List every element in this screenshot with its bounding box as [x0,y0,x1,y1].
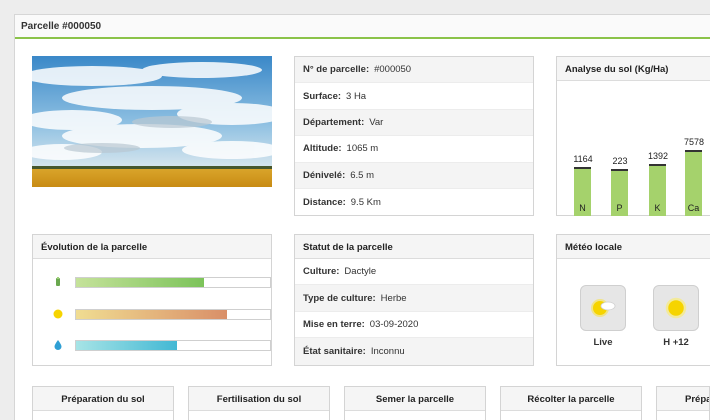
detail-key: Altitude: [303,143,342,155]
status-row: État sanitaire: Inconnu [295,338,533,365]
soil-bar-value-n: 1164 [573,153,593,164]
evolution-title: Évolution de la parcelle [33,235,271,259]
soil-bar-chart: N 1164 P 223 K 1392 Ca 7578 [557,82,710,216]
status-value: Dactyle [344,266,377,278]
detail-value: 6.5 m [350,169,375,181]
soil-bar-label-ca: Ca [687,203,700,213]
growth-progress-fill [76,277,205,287]
weather-title: Météo locale [557,235,710,259]
water-progress-fill [76,340,177,350]
evolution-row-sun [53,307,271,321]
status-key: État sanitaire: [303,345,366,357]
weather-h12-label: H +12 [663,337,689,348]
sun-progress-bar [75,308,271,320]
status-key: Culture: [303,266,340,278]
soil-analysis-panel: Analyse du sol (Kg/Ha) N 1164 P 223 K 1392 Ca 7… [556,56,710,216]
page-title: Parcelle #000050 [15,15,710,39]
detail-row: N° de parcelle: #000050 [295,57,533,84]
growth-progress-bar [75,276,271,288]
soil-bar-label-p: P [616,203,623,213]
detail-row: Surface: 3 Ha [295,83,533,110]
action-label: Fertilisation du sol [189,387,329,411]
partly-cloudy-icon [591,299,616,317]
parcel-photo [32,56,272,187]
detail-row: Département: Var [295,109,533,137]
plant-icon [56,277,60,286]
action-label: Récolter la parcelle [501,387,641,411]
soil-bar-label-n: N [579,203,586,213]
weather-live-label: Live [593,337,613,348]
detail-value: 1065 m [346,143,379,155]
evolution-panel: Évolution de la parcelle [32,234,272,366]
action-soil-preparation[interactable]: Préparation du sol [32,386,174,420]
status-value: Herbe [380,292,407,304]
action-harvest[interactable]: Récolter la parcelle [500,386,642,420]
evolution-row-growth [53,275,271,289]
weather-h12-button[interactable] [653,285,699,331]
sun-progress-fill [76,309,228,319]
detail-key: Dénivelé: [303,169,346,181]
status-row: Mise en terre: 03-09-2020 [295,311,533,339]
detail-row: Altitude: 1065 m [295,136,533,163]
detail-row: Distance: 9.5 Km [295,189,533,215]
soil-analysis-title: Analyse du sol (Kg/Ha) [557,57,710,81]
weather-live-button[interactable] [580,285,626,331]
weather-panel: Météo locale Live H +12 [556,234,710,366]
detail-key: Département: [303,116,365,128]
detail-value: 3 Ha [346,90,367,102]
detail-value: 9.5 Km [350,196,381,208]
status-key: Mise en terre: [303,318,365,330]
parcel-details-panel: N° de parcelle: #000050 Surface: 3 Ha Dépa… [294,56,534,216]
soil-bar-label-k: K [654,203,661,213]
parcel-status-panel: Statut de la parcelle Culture: Dactyle Ty… [294,234,534,366]
status-row: Culture: Dactyle [295,259,533,286]
soil-bar-value-ca: 7578 [683,137,705,147]
sun-icon [53,309,63,319]
detail-key: Surface: [303,90,342,102]
action-preparation-cut[interactable]: Prépa [656,386,710,420]
soil-bar-value-p: 223 [612,156,628,167]
water-drop-icon [54,340,62,350]
detail-value: Var [369,116,384,128]
evolution-row-water [53,338,271,352]
detail-key: N° de parcelle: [303,64,370,76]
action-sow[interactable]: Semer la parcelle [344,386,486,420]
detail-row: Dénivelé: 6.5 m [295,162,533,189]
sun-icon [665,297,687,319]
parcel-status-title: Statut de la parcelle [295,235,533,259]
status-row: Type de culture: Herbe [295,285,533,312]
detail-value: #000050 [374,64,412,76]
detail-key: Distance: [303,196,346,208]
water-progress-bar [75,339,271,351]
action-fertilisation[interactable]: Fertilisation du sol [188,386,330,420]
action-label: Semer la parcelle [345,387,485,411]
status-value: Inconnu [370,345,405,357]
soil-bar-value-k: 1392 [647,151,669,161]
status-key: Type de culture: [303,292,376,304]
status-value: 03-09-2020 [369,318,419,330]
action-label: Prépa [657,387,709,411]
action-label: Préparation du sol [33,387,173,411]
